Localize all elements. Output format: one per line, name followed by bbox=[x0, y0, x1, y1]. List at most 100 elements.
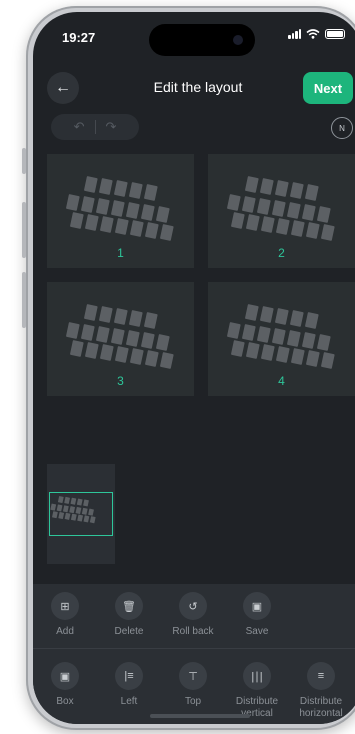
layout-tile-1[interactable]: 1 bbox=[47, 154, 194, 268]
toolbar-row-actions: ⊞ Add 🗑 Delete ↺ Roll back ▣ Save bbox=[33, 592, 355, 638]
minimap[interactable] bbox=[47, 464, 115, 564]
camera-icon bbox=[233, 35, 243, 45]
status-time: 19:27 bbox=[62, 30, 96, 45]
divider bbox=[94, 120, 96, 134]
solar-panel bbox=[317, 206, 331, 223]
solar-panel bbox=[129, 310, 143, 327]
compass-icon[interactable]: N bbox=[331, 117, 353, 139]
dynamic-island bbox=[149, 24, 255, 56]
solar-panel bbox=[84, 304, 98, 321]
screen: 19:27 ← Edit the layout Next ↶ ↷ N 1 2 3… bbox=[33, 12, 355, 724]
solar-panel bbox=[246, 342, 260, 359]
solar-panel bbox=[156, 334, 170, 351]
solar-panel bbox=[231, 340, 245, 357]
solar-panel bbox=[66, 194, 80, 211]
distribute-horizontal-button[interactable]: ≡ Distribute horizontal bbox=[289, 662, 353, 720]
distribute-horizontal-icon: ≡ bbox=[307, 662, 335, 690]
solar-panel bbox=[111, 200, 125, 217]
solar-panel bbox=[321, 224, 335, 241]
solar-panel bbox=[276, 218, 290, 235]
rollback-icon: ↺ bbox=[179, 592, 207, 620]
solar-panel bbox=[96, 326, 110, 343]
save-button[interactable]: ▣ Save bbox=[225, 592, 289, 638]
battery-icon bbox=[325, 29, 345, 39]
divider bbox=[33, 648, 355, 649]
solar-panel bbox=[257, 326, 271, 343]
box-icon: ▣ bbox=[51, 662, 79, 690]
solar-panel bbox=[114, 180, 128, 197]
distribute-vertical-button[interactable]: |∣| Distribute vertical bbox=[225, 662, 289, 720]
solar-panel bbox=[276, 346, 290, 363]
undo-icon[interactable]: ↶ bbox=[74, 119, 85, 135]
solar-panel bbox=[245, 304, 259, 321]
next-button[interactable]: Next bbox=[303, 72, 353, 104]
solar-panel bbox=[126, 202, 140, 219]
distribute-vertical-icon: |∣| bbox=[243, 662, 271, 690]
solar-panel bbox=[66, 322, 80, 339]
align-top-icon: ⊤ bbox=[179, 662, 207, 690]
solar-panel bbox=[242, 324, 256, 341]
layout-tile-4[interactable]: 4 bbox=[208, 282, 355, 396]
wifi-icon bbox=[306, 29, 320, 39]
solar-panel bbox=[70, 212, 84, 229]
solar-panel bbox=[245, 176, 259, 193]
solar-panel bbox=[130, 220, 144, 237]
solar-panel bbox=[100, 216, 114, 233]
solar-panel bbox=[272, 328, 286, 345]
compass-letter: N bbox=[339, 123, 345, 133]
solar-panel bbox=[96, 198, 110, 215]
solar-panel bbox=[145, 350, 159, 367]
solar-panel bbox=[261, 344, 275, 361]
side-button bbox=[22, 202, 26, 258]
add-button[interactable]: ⊞ Add bbox=[33, 592, 97, 638]
solar-panel bbox=[99, 178, 113, 195]
tool-label: Delete bbox=[114, 626, 144, 637]
tool-label: Save bbox=[245, 626, 269, 637]
solar-panel bbox=[305, 312, 319, 329]
status-icons bbox=[288, 29, 345, 39]
layout-tile-2[interactable]: 2 bbox=[208, 154, 355, 268]
align-left-icon: |≡ bbox=[115, 662, 143, 690]
solar-panel bbox=[115, 218, 129, 235]
redo-icon[interactable]: ↷ bbox=[106, 119, 117, 135]
align-top-button[interactable]: ⊤ Top bbox=[161, 662, 225, 720]
solar-panel bbox=[272, 200, 286, 217]
solar-panel bbox=[84, 176, 98, 193]
solar-panel bbox=[242, 196, 256, 213]
home-indicator bbox=[150, 714, 250, 718]
solar-panel bbox=[275, 308, 289, 325]
solar-panel bbox=[99, 306, 113, 323]
align-left-button[interactable]: |≡ Left bbox=[97, 662, 161, 720]
rollback-button[interactable]: ↺ Roll back bbox=[161, 592, 225, 638]
solar-panel bbox=[227, 194, 241, 211]
solar-panel bbox=[156, 206, 170, 223]
toolbar-row-align: ▣ Box |≡ Left ⊤ Top |∣| Distribute verti… bbox=[33, 662, 355, 720]
solar-panel bbox=[246, 214, 260, 231]
solar-panel bbox=[290, 310, 304, 327]
tool-label: Box bbox=[56, 696, 74, 707]
minimap-viewport[interactable] bbox=[49, 492, 113, 536]
layout-tile-3[interactable]: 3 bbox=[47, 282, 194, 396]
solar-panel bbox=[160, 224, 174, 241]
top-bar: ← Edit the layout Next bbox=[33, 68, 355, 108]
solar-panel bbox=[126, 330, 140, 347]
solar-panel bbox=[141, 332, 155, 349]
solar-panel bbox=[145, 222, 159, 239]
side-button bbox=[22, 148, 26, 174]
delete-button[interactable]: 🗑 Delete bbox=[97, 592, 161, 638]
undo-redo-group: ↶ ↷ bbox=[51, 114, 139, 140]
solar-panel bbox=[260, 306, 274, 323]
solar-panel bbox=[275, 180, 289, 197]
solar-panel bbox=[160, 352, 174, 369]
solar-panel bbox=[111, 328, 125, 345]
save-icon: ▣ bbox=[243, 592, 271, 620]
add-icon: ⊞ bbox=[51, 592, 79, 620]
solar-panel bbox=[306, 350, 320, 367]
solar-panel bbox=[114, 308, 128, 325]
solar-panel bbox=[306, 222, 320, 239]
bottom-toolbar: ⊞ Add 🗑 Delete ↺ Roll back ▣ Save ▣ Box bbox=[33, 584, 355, 724]
solar-panel bbox=[231, 212, 245, 229]
solar-panel bbox=[81, 324, 95, 341]
solar-panel bbox=[291, 348, 305, 365]
box-button[interactable]: ▣ Box bbox=[33, 662, 97, 720]
